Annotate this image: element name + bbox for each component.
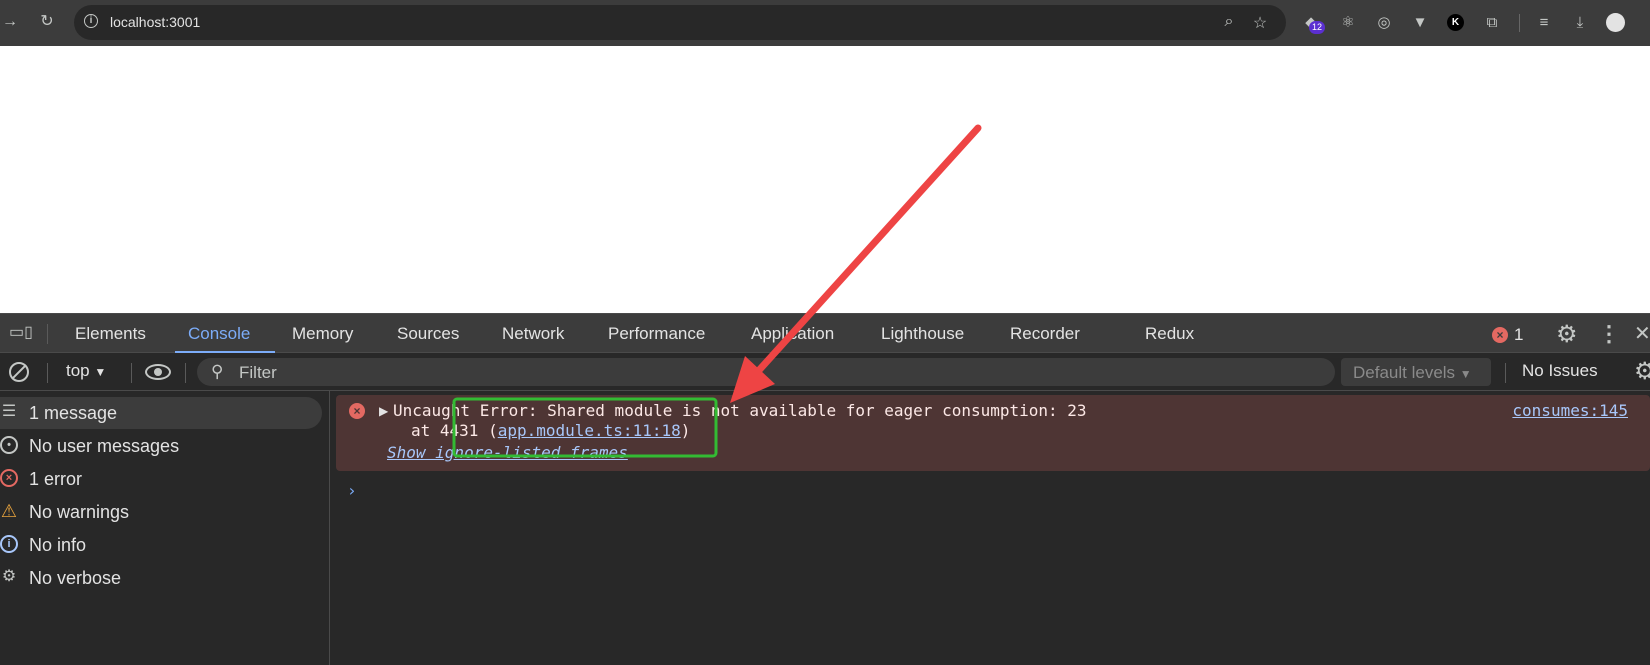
tab-sources[interactable]: Sources (397, 324, 459, 344)
page-viewport (0, 46, 1650, 313)
extensions-puzzle-icon[interactable]: ⧉ (1481, 12, 1503, 34)
list-icon: ☰ (1, 403, 17, 420)
devtools-panel: ▭▯ Elements Console Memory Sources Netwo… (0, 313, 1650, 665)
info-icon: i (0, 535, 18, 553)
tab-elements[interactable]: Elements (75, 324, 146, 344)
tab-console[interactable]: Console (188, 324, 250, 344)
close-devtools-icon[interactable]: ✕ (1634, 321, 1650, 346)
console-prompt-icon[interactable]: › (347, 481, 357, 500)
tab-redux[interactable]: Redux (1145, 324, 1194, 344)
error-text: Uncaught Error: Shared module is not ava… (393, 401, 1087, 420)
error-count-icon[interactable]: × (1492, 327, 1508, 343)
filter-placeholder: Filter (239, 363, 277, 382)
bookmark-star-icon[interactable]: ☆ (1251, 13, 1269, 33)
toolbar-divider (185, 363, 186, 383)
warning-icon: ⚠ (0, 501, 18, 521)
more-options-icon[interactable]: ⋮ (1598, 321, 1620, 347)
sidebar-item-user-messages[interactable]: • No user messages (0, 430, 322, 462)
live-expression-eye-icon[interactable] (145, 364, 171, 380)
media-control-icon[interactable]: ≡ (1533, 12, 1555, 34)
console-sidebar: ☰ 1 message • No user messages × 1 error… (0, 391, 330, 665)
stack-frame: at 4431 (app.module.ts:11:18) (411, 421, 691, 440)
log-levels-label: Default levels ▼ (1353, 363, 1472, 382)
toolbar-divider (1519, 14, 1520, 32)
react-devtools-icon[interactable]: ⚛ (1337, 12, 1359, 34)
sidebar-item-messages[interactable]: ☰ 1 message (0, 397, 322, 429)
tab-application[interactable]: Application (751, 324, 834, 344)
log-levels-dropdown[interactable]: Default levels ▼ (1341, 358, 1491, 386)
device-toolbar-icon[interactable]: ▭▯ (9, 324, 33, 342)
tab-performance[interactable]: Performance (608, 324, 705, 344)
toolbar-divider (47, 363, 48, 383)
devtools-settings-icon[interactable]: ⚙ (1556, 320, 1578, 349)
forward-icon[interactable]: → (0, 12, 20, 32)
error-source-link[interactable]: consumes:145 (1512, 401, 1628, 420)
sidebar-item-errors[interactable]: × 1 error (0, 463, 322, 495)
filter-input[interactable]: ⚲ Filter (197, 358, 1335, 386)
bug-icon: ⚙ (1, 568, 17, 585)
filter-icon: ⚲ (211, 362, 224, 381)
chevron-down-icon: ▼ (1459, 367, 1472, 381)
context-selector[interactable]: top ▼ (66, 361, 106, 381)
devtools-tab-bar: ▭▯ Elements Console Memory Sources Netwo… (0, 313, 1650, 353)
target-extension-icon[interactable]: ◎ (1373, 12, 1395, 34)
vue-devtools-icon[interactable]: ▼ (1409, 12, 1431, 34)
show-ignore-listed-frames-link[interactable]: Show ignore-listed frames (387, 443, 628, 462)
stack-frame-link[interactable]: app.module.ts:11:18 (498, 421, 681, 440)
sidebar-item-label: No user messages (29, 436, 180, 456)
console-toolbar: top ▼ ⚲ Filter Default levels ▼ No Issue… (0, 353, 1650, 391)
extension-badge: 12 (1309, 21, 1326, 34)
user-icon: • (0, 436, 18, 454)
zoom-icon[interactable]: ⌕ (1220, 13, 1238, 31)
sidebar-item-label: 1 message (29, 403, 118, 423)
sidebar-item-warnings[interactable]: ⚠ No warnings (0, 496, 322, 528)
error-message-row[interactable]: × ▶ Uncaught Error: Shared module is not… (336, 395, 1650, 471)
toolbar-divider (1505, 363, 1506, 383)
expand-triangle-icon[interactable]: ▶ (379, 404, 388, 418)
tab-memory[interactable]: Memory (292, 324, 353, 344)
browser-toolbar: → ↻ i localhost:3001 ⌕ ☆ ◆ 12 ⚛ ◎ ▼ K ⧉ … (0, 0, 1650, 46)
address-bar[interactable]: i localhost:3001 ⌕ ☆ (74, 5, 1286, 40)
url-text[interactable]: localhost:3001 (110, 14, 200, 30)
tab-lighthouse[interactable]: Lighthouse (881, 324, 964, 344)
tab-network[interactable]: Network (502, 324, 564, 344)
profile-avatar[interactable] (1606, 13, 1625, 32)
sidebar-item-label: No warnings (29, 502, 130, 522)
error-icon: × (0, 469, 18, 487)
k-extension-icon[interactable]: K (1447, 14, 1464, 31)
toolbar-divider (131, 363, 132, 383)
sidebar-item-verbose[interactable]: ⚙ No verbose (0, 562, 322, 594)
error-count[interactable]: 1 (1514, 325, 1523, 345)
chevron-down-icon: ▼ (94, 365, 107, 379)
context-label: top (66, 361, 90, 380)
download-icon[interactable]: ⤓ (1569, 12, 1591, 34)
console-settings-icon[interactable]: ⚙ (1634, 357, 1650, 386)
sidebar-item-info[interactable]: i No info (0, 529, 322, 561)
sidebar-item-label: No info (29, 535, 87, 555)
sidebar-item-label: No verbose (29, 568, 122, 588)
site-info-icon[interactable]: i (84, 14, 98, 28)
console-messages: × ▶ Uncaught Error: Shared module is not… (336, 395, 1650, 665)
clear-console-icon[interactable] (9, 362, 29, 382)
error-icon: × (349, 403, 365, 419)
reload-icon[interactable]: ↻ (37, 12, 57, 32)
tab-divider (47, 324, 48, 344)
issues-button[interactable]: No Issues (1522, 361, 1598, 381)
tab-recorder[interactable]: Recorder (1010, 324, 1080, 344)
sidebar-item-label: 1 error (29, 469, 83, 489)
